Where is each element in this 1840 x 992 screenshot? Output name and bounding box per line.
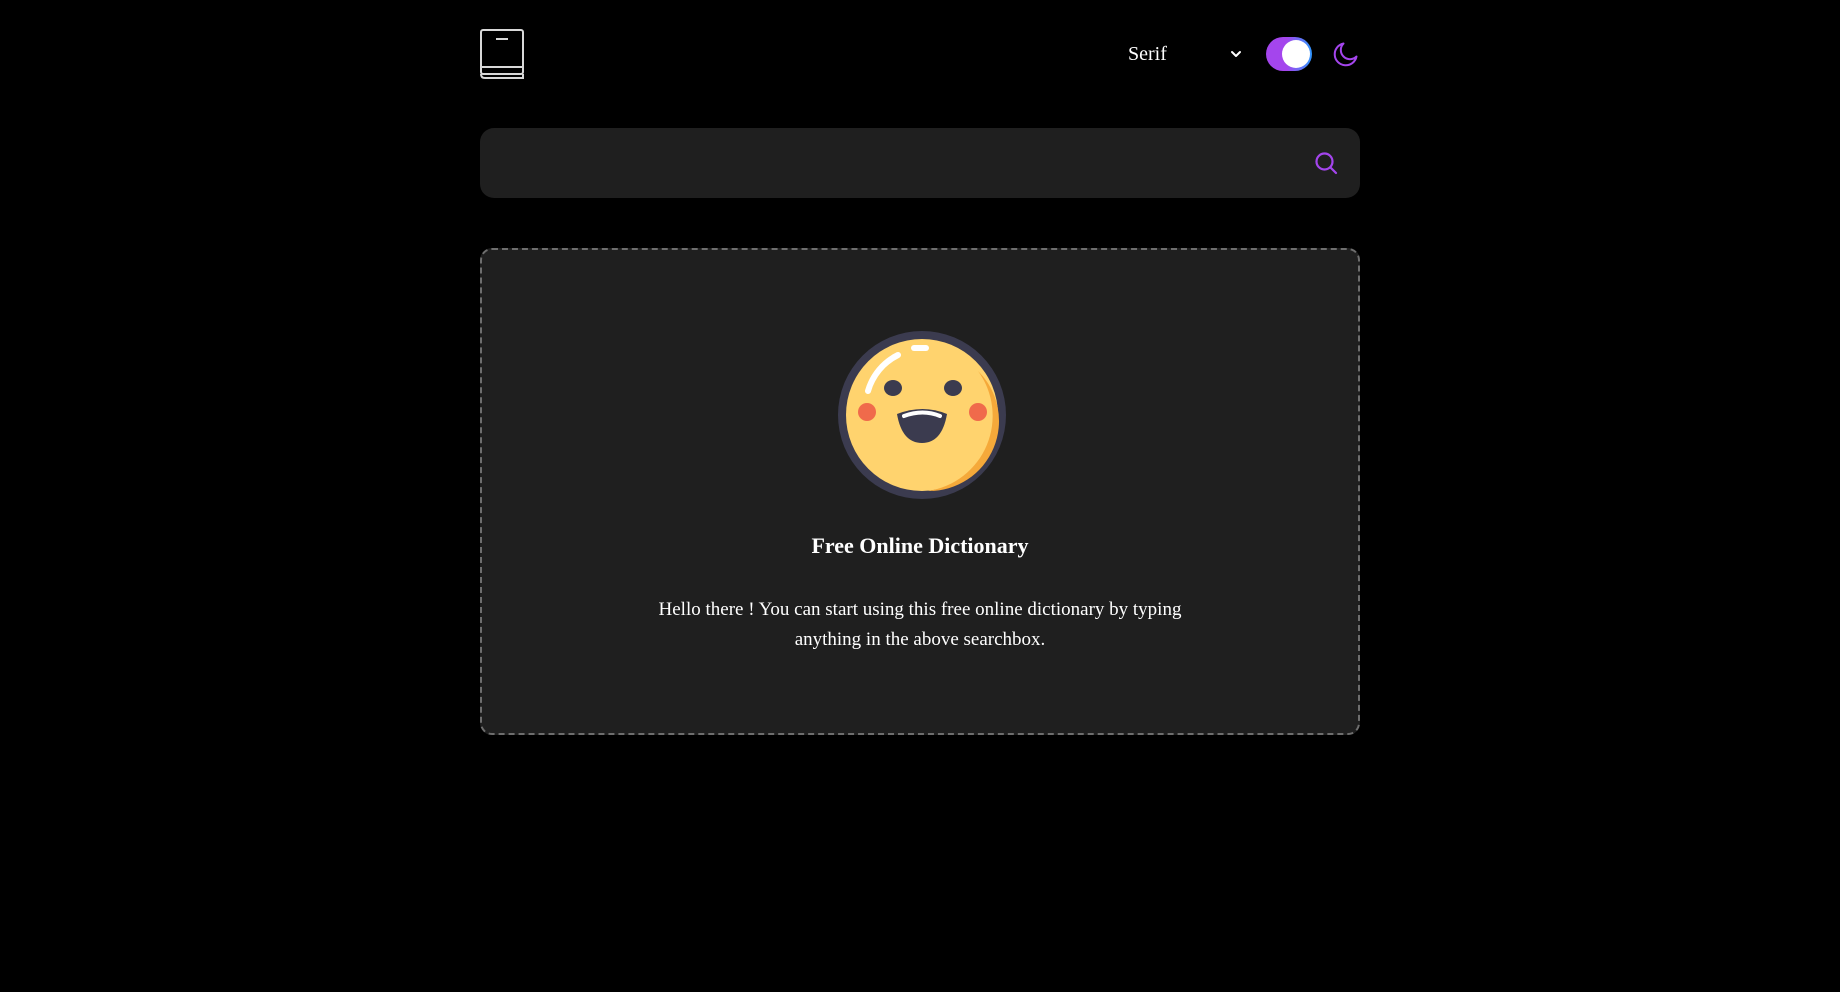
font-select-value: Serif <box>1128 42 1167 65</box>
welcome-card: Free Online Dictionary Hello there ! You… <box>480 248 1360 735</box>
moon-icon[interactable] <box>1332 40 1360 68</box>
font-family-select[interactable]: Serif <box>1120 34 1254 74</box>
header-controls: Serif <box>1120 34 1360 74</box>
smiley-emoji-icon <box>838 331 1006 499</box>
search-bar <box>480 128 1360 198</box>
toggle-knob <box>1282 40 1310 68</box>
book-icon[interactable] <box>480 29 526 79</box>
chevron-down-icon <box>1231 51 1241 57</box>
search-icon[interactable] <box>1314 151 1338 175</box>
header: Serif <box>480 0 1360 110</box>
search-input[interactable] <box>480 128 1280 198</box>
welcome-message: Hello there ! You can start using this f… <box>658 599 1182 650</box>
app-container: Serif Free Online Dictionary Hello there… <box>480 0 1360 735</box>
page-title: Free Online Dictionary <box>811 533 1029 558</box>
theme-toggle[interactable] <box>1266 37 1312 71</box>
